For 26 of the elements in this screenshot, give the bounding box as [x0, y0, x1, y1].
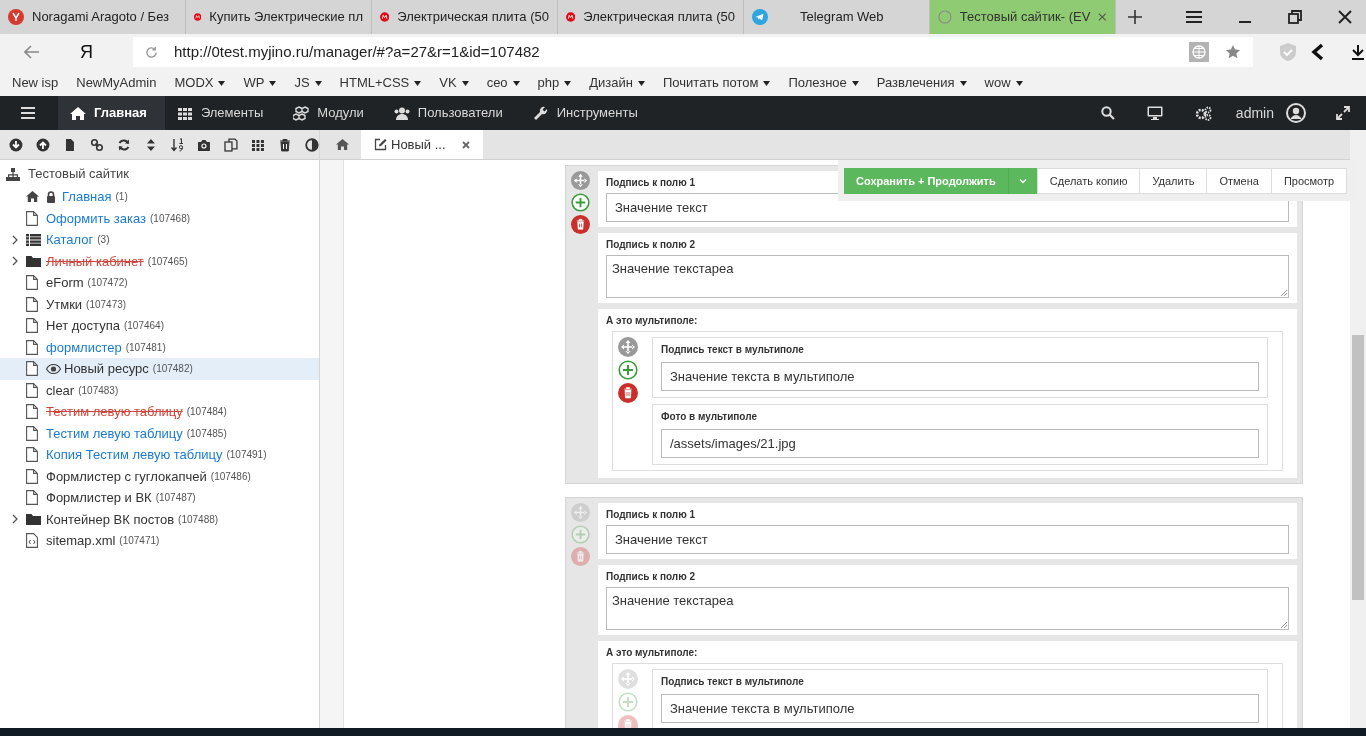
resource-id: (107484): [186, 405, 227, 420]
resource-id: (107483): [78, 383, 119, 398]
resource-id: (107464): [123, 319, 164, 334]
field-label: Подпись к полю 1: [606, 508, 696, 522]
resource-id: (107468): [150, 211, 191, 226]
field-label: Подпись к полю 1: [606, 176, 696, 190]
field-label: А это мультиполе:: [606, 646, 698, 660]
field-label: А это мультиполе:: [606, 314, 698, 328]
field-label: Подпись к полю 2: [606, 570, 696, 584]
resource-id: (107481): [125, 340, 166, 355]
field-label: Подпись текст в мультиполе: [661, 675, 804, 689]
resource-id: (107465): [147, 254, 188, 269]
resource-id: (107485): [186, 426, 227, 441]
resource-id: (107473): [86, 297, 127, 312]
resource-id: (107491): [226, 448, 267, 463]
resource-id: (3): [97, 233, 110, 248]
resource-id: (107482): [152, 362, 193, 377]
field-label: Подпись к полю 2: [606, 238, 696, 252]
field-label: Подпись текст в мультиполе: [661, 343, 804, 357]
resource-id: (107488): [178, 512, 219, 527]
resource-id: (107486): [210, 469, 251, 484]
resource-id: (107487): [155, 491, 196, 506]
field-label: Фото в мультиполе: [661, 410, 757, 424]
resource-id: (107472): [87, 276, 128, 291]
resource-id: (1): [115, 190, 128, 205]
resource-id: (107471): [119, 534, 160, 549]
